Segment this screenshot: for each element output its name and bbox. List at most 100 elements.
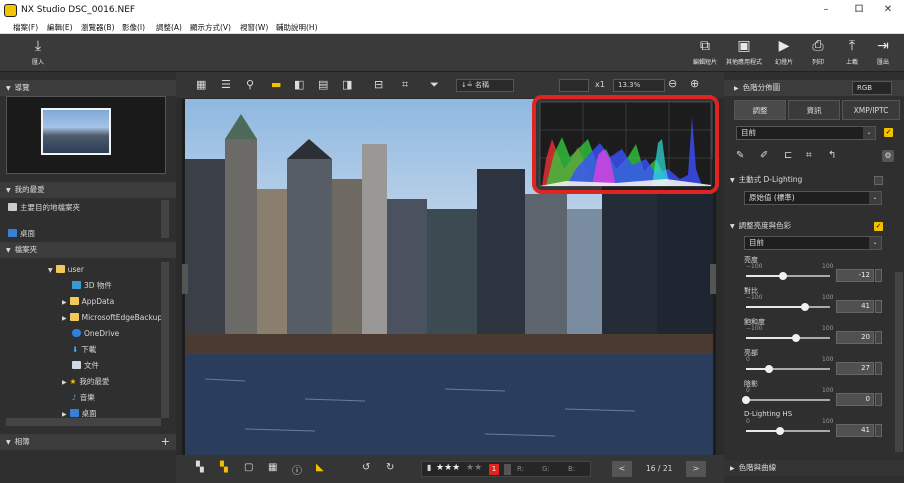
slideshow-button[interactable]: ▶ 幻燈片 — [772, 38, 796, 66]
histogram-mode-dropdown[interactable]: RGB — [852, 81, 892, 95]
edit-movie-button[interactable]: ⧉ 編輯短片 — [691, 38, 719, 66]
histogram-header[interactable]: ▶ 色階分佈圖 RGB — [724, 80, 904, 96]
menu-view[interactable]: 顯示方式(V) — [190, 22, 231, 33]
slider-track[interactable] — [746, 272, 830, 280]
folders-scrollbar[interactable] — [161, 262, 169, 418]
brightness-enable-checkbox[interactable]: ✓ — [874, 222, 883, 231]
histogram-icon[interactable]: ◣ — [316, 462, 324, 473]
zoom-dropdown[interactable]: 13.3% — [613, 79, 665, 92]
settings-icon[interactable]: ⚙ — [882, 150, 894, 162]
undo-icon[interactable]: ↰ — [828, 150, 836, 161]
slider-handle[interactable] — [792, 334, 801, 342]
right-panel-scrollbar[interactable] — [895, 272, 903, 452]
tab-xmp-iptc[interactable]: XMP/IPTC — [842, 100, 900, 120]
favorite-item[interactable]: 主要目的地檔案夾 — [8, 200, 178, 216]
favorites-scrollbar[interactable] — [161, 200, 169, 238]
favorite-item[interactable]: 桌面 — [8, 226, 178, 242]
menu-adjust[interactable]: 調整(A) — [156, 22, 182, 33]
upload-button[interactable]: ⤒ 上載 — [842, 38, 862, 66]
slider-handle[interactable] — [742, 396, 750, 404]
d-lighting-dropdown[interactable]: 原始值 (標準) ⌄ — [744, 191, 882, 205]
rating-stars[interactable]: ★★★ — [436, 463, 460, 473]
rotate-left-icon[interactable]: ↺ — [362, 462, 370, 473]
slider-value-field[interactable]: -12 — [836, 269, 874, 282]
tab-info[interactable]: 資訊 — [788, 100, 840, 120]
adjust-preset-dropdown[interactable]: 目前 ⌄ — [736, 126, 876, 140]
adjust-enable-checkbox[interactable]: ✓ — [884, 128, 893, 137]
other-apps-button[interactable]: ▣ 其他應用程式 — [725, 38, 763, 66]
slider-value-field[interactable]: 41 — [836, 424, 874, 437]
slider-value-field[interactable]: 20 — [836, 331, 874, 344]
slider-stepper[interactable] — [875, 424, 882, 437]
reject-icon[interactable]: ▮ — [427, 463, 431, 472]
single-view-icon[interactable]: ▬ — [271, 78, 281, 92]
filter-icon[interactable]: ⏷ — [430, 78, 439, 92]
tone-curve-header[interactable]: ▶ 色階與曲線 — [724, 460, 904, 476]
slider-value-field[interactable]: 41 — [836, 300, 874, 313]
info-icon[interactable]: ⓘ — [292, 462, 302, 477]
fit-dropdown[interactable] — [559, 79, 589, 92]
sort-dropdown[interactable]: ↓≟ 名稱 — [456, 79, 514, 92]
fit-icon[interactable]: ⌗ — [402, 78, 408, 92]
slider-track[interactable] — [746, 303, 830, 311]
folders-hscrollbar[interactable] — [6, 418, 161, 426]
brightness-preset-dropdown[interactable]: 目前 ⌄ — [744, 236, 882, 250]
add-album-button[interactable]: + — [161, 434, 170, 450]
frame-icon[interactable]: ▢ — [244, 462, 253, 473]
rating-empty-stars[interactable]: ★★ — [466, 463, 482, 473]
filmstrip-view-icon[interactable]: ◧ — [294, 78, 304, 92]
slider-stepper[interactable] — [875, 393, 882, 406]
list-view-icon[interactable]: ☰ — [221, 78, 231, 92]
maximize-button[interactable]: ロ — [845, 2, 873, 18]
slider-value-field[interactable]: 27 — [836, 362, 874, 375]
label-badge[interactable]: 1 — [489, 464, 499, 475]
zoom-out-button[interactable]: ⊖ — [668, 77, 677, 90]
before-after-icon[interactable]: ◨ — [342, 78, 352, 92]
export-button[interactable]: ⇥ 匯出 — [873, 38, 893, 66]
slider-handle[interactable] — [800, 303, 809, 311]
rotate-right-icon[interactable]: ↻ — [386, 462, 394, 473]
next-image-button[interactable]: > — [686, 461, 706, 477]
eyedropper-icon[interactable]: ✎ — [736, 150, 744, 161]
slider-track[interactable] — [746, 334, 830, 342]
slider-value-field[interactable]: 0 — [836, 393, 874, 406]
print-button[interactable]: ⎙ 列印 — [808, 38, 828, 66]
stack-icon[interactable]: ▚ — [196, 462, 204, 473]
folders-header[interactable]: ▼ 檔案夾 — [0, 242, 176, 258]
menu-window[interactable]: 視窗(W) — [240, 22, 268, 33]
slider-track[interactable] — [742, 396, 830, 404]
grid-overlay-icon[interactable]: ▦ — [268, 462, 277, 473]
menu-file[interactable]: 檔案(F) — [13, 22, 38, 33]
navigation-preview[interactable] — [6, 96, 166, 174]
previous-image-button[interactable]: < — [612, 461, 632, 477]
straighten-icon[interactable]: ⊏ — [784, 150, 792, 161]
right-panel-toggle[interactable] — [710, 264, 716, 294]
slider-stepper[interactable] — [875, 269, 882, 282]
d-lighting-checkbox[interactable] — [874, 176, 883, 185]
slider-handle[interactable] — [776, 427, 785, 435]
close-button[interactable]: ✕ — [874, 2, 902, 18]
minimize-button[interactable]: – — [812, 2, 840, 18]
menu-help[interactable]: 輔助說明(H) — [276, 22, 318, 33]
tab-adjust[interactable]: 調整 — [734, 100, 786, 120]
slider-stepper[interactable] — [875, 331, 882, 344]
grid-view-icon[interactable]: ▦ — [196, 78, 206, 92]
slider-handle[interactable] — [764, 365, 773, 373]
compare-view-icon[interactable]: ▤ — [318, 78, 328, 92]
slider-stepper[interactable] — [875, 362, 882, 375]
map-view-icon[interactable]: ⚲ — [246, 78, 254, 92]
crop-icon[interactable]: ⌗ — [806, 150, 812, 161]
favorites-header[interactable]: ▼ 我的最愛 — [0, 182, 176, 198]
slider-track[interactable] — [746, 427, 830, 435]
layout-icon[interactable]: ⊟ — [374, 78, 383, 92]
menu-edit[interactable]: 編輯(E) — [47, 22, 73, 33]
retouch-icon[interactable]: ✐ — [760, 150, 768, 161]
album-header[interactable]: ▼ 相簿 + — [0, 434, 176, 450]
menu-browser[interactable]: 瀏覽器(B) — [81, 22, 115, 33]
menu-image[interactable]: 影像(I) — [122, 22, 145, 33]
zoom-in-button[interactable]: ⊕ — [690, 77, 699, 90]
left-panel-toggle[interactable] — [182, 264, 188, 294]
pick-icon[interactable]: ▚ — [220, 462, 228, 473]
slider-stepper[interactable] — [875, 300, 882, 313]
preview-header[interactable]: ▼ 導覽 — [0, 80, 176, 96]
